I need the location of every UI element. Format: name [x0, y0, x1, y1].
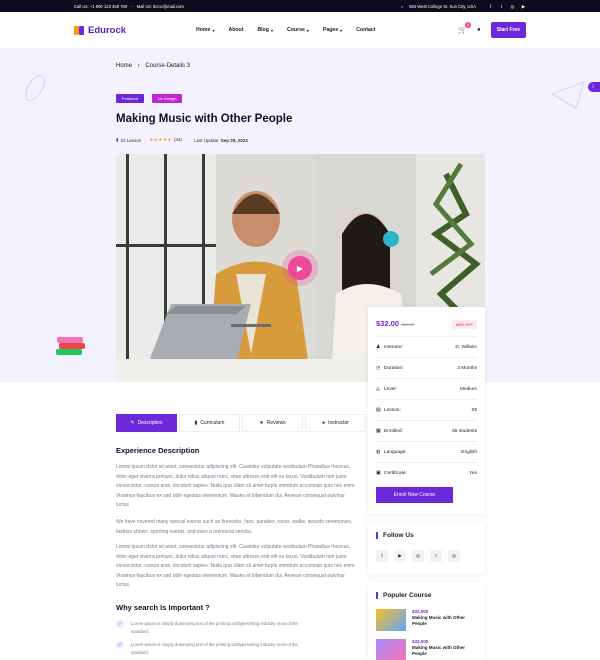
instagram-icon[interactable]: ◎ — [510, 4, 515, 9]
address-text: 684 West College St. Sun City, USA — [409, 3, 476, 9]
info-row-certificate: ▣ Certificate: Yes — [376, 462, 477, 483]
tab-description[interactable]: ✎ Description — [116, 414, 177, 432]
certificate-icon: ▣ — [376, 470, 381, 476]
instructor-icon: ♟ — [376, 344, 381, 350]
main-header: Edurock Home ▾ About Blog ▾ Course ▾ Pages ▾… — [0, 12, 600, 48]
chevron-right-icon: › — [137, 63, 140, 69]
tab-curriculum[interactable]: ▮ Curriculum — [179, 414, 240, 432]
chevron-down-icon: ▾ — [340, 27, 343, 33]
info-row-level: ◬ Level: Medium — [376, 378, 477, 399]
mail-text: Mail Us: ltcroc@mail.com — [136, 3, 184, 9]
star-icon: ★ — [259, 420, 264, 426]
popular-item[interactable]: $32,000 Making Music with Other People — [376, 609, 472, 631]
play-button[interactable]: ▶ — [288, 256, 312, 280]
youtube-icon[interactable]: ▶ — [521, 4, 526, 9]
level-icon: ◬ — [376, 386, 380, 392]
course-title: Making Music with Other People — [116, 113, 293, 125]
list-item: ✓ Lorem Ipsum is simply dummying text of … — [116, 641, 316, 657]
description-heading: Experience Description — [116, 446, 200, 455]
info-row-lesson: ▤ Lesson: 08 — [376, 399, 477, 420]
clock-icon: ◷ — [376, 365, 381, 371]
info-row-duration: ◷ Duration: 3 Months — [376, 357, 477, 378]
chevron-down-icon: ▾ — [212, 27, 215, 33]
badge-featured[interactable]: Featured — [116, 94, 145, 103]
info-row-enrolled: ▦ Enrolled: 65 students — [376, 420, 477, 441]
popular-item[interactable]: $32,000 Making Music with Other People — [376, 639, 472, 660]
review-count: (44) — [173, 137, 182, 142]
nav-pages[interactable]: Pages ▾ — [323, 27, 342, 33]
breadcrumb: Home › Course-Details 3 — [116, 63, 190, 69]
youtube-icon[interactable]: ▶ — [394, 550, 406, 562]
tab-reviews[interactable]: ★ Reviews — [242, 414, 303, 432]
check-icon: ✓ — [116, 620, 124, 628]
course-thumbnail — [376, 639, 406, 660]
description-paragraph-1: Lorem ipsum dolor sit amet, consectetur … — [116, 464, 356, 508]
chevron-down-icon: ▾ — [270, 27, 273, 33]
user-icon[interactable]: ● — [477, 27, 481, 33]
twitter-icon[interactable]: t — [430, 550, 442, 562]
discount-badge: 68% OFF — [451, 320, 477, 329]
description-icon: ✎ — [130, 420, 135, 426]
nav-about[interactable]: About — [228, 27, 243, 33]
breadcrumb-current: Course-Details 3 — [145, 63, 191, 69]
description-paragraph-2: We have covered many special events such… — [116, 519, 353, 535]
course-tabs: ✎ Description ▮ Curriculum ★ Reviews ● Instr… — [116, 414, 366, 432]
triangle-icon — [550, 81, 585, 109]
twitter-icon[interactable]: t — [499, 4, 504, 9]
facebook-icon[interactable]: f — [488, 4, 493, 9]
cart-icon[interactable]: 🛒 0 — [458, 22, 472, 34]
follow-title: Follow Us — [376, 532, 414, 539]
main-nav: Home ▾ About Blog ▾ Course ▾ Pages ▾ Contact — [196, 27, 375, 33]
nav-course[interactable]: Course ▾ — [287, 27, 309, 33]
rating-stars: ★★★★★ — [149, 137, 172, 142]
course-meta: ▮ 23 Lesson ★★★★★ (44) Last Update: Sep 29… — [116, 137, 248, 143]
popular-course-widget: Populer Course $32,000 Making Music with… — [368, 582, 485, 660]
update-date: Sep 29, 2023 — [220, 137, 248, 143]
list-item: ✓ Lorem Ipsum is simply dummying text of … — [116, 620, 316, 636]
user-icon: ● — [322, 420, 326, 426]
tab-instructor[interactable]: ● Instructor — [305, 414, 366, 432]
cart-count-badge: 0 — [465, 22, 472, 28]
location-icon: ● — [400, 3, 404, 9]
logo-icon — [74, 25, 85, 35]
course-thumbnail — [376, 609, 406, 631]
nav-blog[interactable]: Blog ▾ — [257, 27, 273, 33]
enroll-button[interactable]: Enroll Now Course — [376, 487, 453, 503]
breadcrumb-home[interactable]: Home — [116, 63, 132, 69]
old-price: /$67.00 — [400, 322, 415, 327]
info-row-instructor: ♟ Instrutor: D. Willaim — [376, 336, 477, 357]
why-heading: Why search Is Important ? — [116, 603, 210, 612]
check-icon: ✓ — [116, 641, 124, 649]
nav-contact[interactable]: Contact — [356, 27, 375, 33]
book-icon: ▮ — [194, 420, 198, 426]
description-paragraph-3: Lorem ipsum dolor sit amet, consectetur … — [116, 544, 356, 588]
book-icon: ▮ — [116, 137, 119, 142]
course-info-card: $32.00 /$67.00 68% OFF ♟ Instrutor: D. Wil… — [368, 307, 485, 514]
globe-icon: ◍ — [376, 449, 381, 455]
logo[interactable]: Edurock — [74, 25, 126, 36]
rocket-icon — [25, 74, 45, 102]
instagram-icon[interactable]: ◎ — [412, 550, 424, 562]
info-row-language: ◍ Language: English — [376, 441, 477, 462]
instagram-icon[interactable]: ◎ — [448, 550, 460, 562]
enrolled-icon: ▦ — [376, 428, 381, 434]
popular-title: Populer Course — [376, 592, 431, 599]
dark-mode-toggle[interactable]: ☾ — [588, 82, 600, 92]
phone-text: Call Us: +1 800 123 458 769 — [74, 3, 128, 9]
lesson-icon: ▤ — [376, 407, 381, 413]
chevron-down-icon: ▾ — [306, 27, 309, 33]
nav-home[interactable]: Home ▾ — [196, 27, 214, 33]
top-bar: Call Us: +1 800 123 458 769 - Mail Us: l… — [0, 0, 600, 12]
facebook-icon[interactable]: f — [376, 550, 388, 562]
follow-us-widget: Follow Us f ▶ ◎ t ◎ — [368, 522, 485, 574]
course-price: $32.00 — [376, 319, 399, 328]
books-illustration — [56, 337, 85, 355]
play-icon: ▶ — [296, 263, 304, 273]
badge-category[interactable]: Ux Design — [152, 94, 183, 103]
course-badges: Featured Ux Design — [116, 94, 183, 103]
start-free-button[interactable]: Start Free — [490, 22, 526, 38]
